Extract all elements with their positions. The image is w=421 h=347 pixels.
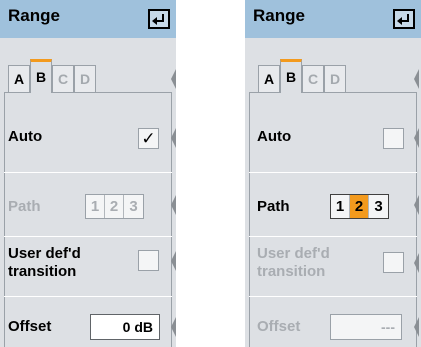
path-option-3: 3 [124,195,143,218]
range-panel-auto-on: Range A B C D Auto ✓ Path 1 2 3 User def… [0,0,176,347]
panel-title: Range [8,6,60,25]
tab-a[interactable]: A [258,65,280,93]
tab-d[interactable]: D [74,65,96,93]
enter-button[interactable] [393,9,415,29]
side-scroll-indicator-icon[interactable] [170,68,176,90]
path-option-1[interactable]: 1 [331,195,350,218]
side-scroll-indicator-icon[interactable] [413,316,420,338]
enter-button[interactable] [148,9,170,29]
tab-d[interactable]: D [324,65,346,93]
transition-label-line1: User def'd [8,245,81,262]
offset-field: --- [330,314,402,340]
tab-a[interactable]: A [8,65,30,93]
row-divider [4,236,172,237]
side-scroll-indicator-icon[interactable] [170,316,176,338]
transition-label-line2: transition [257,263,326,280]
transition-label-line1: User def'd [257,245,330,262]
row-divider [249,172,417,173]
row-divider [4,296,172,297]
range-panel-auto-off: Range A B C D Auto Path 1 2 3 User def'd… [245,0,421,347]
path-selector: 1 2 3 [85,194,144,219]
enter-return-icon [397,14,409,25]
tab-b[interactable]: B [30,59,52,93]
path-selector[interactable]: 1 2 3 [330,194,389,219]
offset-label: Offset [8,318,52,335]
row-divider [4,172,172,173]
path-option-3[interactable]: 3 [369,195,388,218]
tab-c[interactable]: C [302,65,324,93]
enter-return-icon [152,14,164,25]
side-scroll-indicator-icon[interactable] [413,127,420,149]
side-scroll-indicator-icon[interactable] [413,252,420,274]
row-divider [249,296,417,297]
auto-checkbox[interactable]: ✓ [138,128,159,149]
offset-label: Offset [257,318,301,335]
transition-label-line2: transition [8,263,77,280]
path-option-1: 1 [86,195,105,218]
tab-b[interactable]: B [280,59,302,93]
auto-checkbox[interactable] [383,128,404,149]
checkmark-icon: ✓ [141,129,156,148]
path-label: Path [257,198,290,215]
side-scroll-indicator-icon[interactable] [170,127,176,149]
offset-field[interactable]: 0 dB [90,314,160,340]
transition-checkbox [383,252,404,273]
side-scroll-indicator-icon[interactable] [413,194,420,216]
side-scroll-indicator-icon[interactable] [170,250,176,272]
auto-label: Auto [8,128,43,145]
row-divider [249,236,417,237]
title-bar: Range [245,0,421,38]
side-scroll-indicator-icon[interactable] [413,68,420,90]
tab-c[interactable]: C [52,65,74,93]
auto-label: Auto [257,128,292,145]
transition-checkbox[interactable] [138,250,159,271]
side-scroll-indicator-icon[interactable] [170,194,176,216]
path-option-2[interactable]: 2 [350,195,369,218]
panel-title: Range [253,6,305,25]
title-bar: Range [0,0,176,38]
path-option-2: 2 [105,195,124,218]
path-label: Path [8,198,41,215]
